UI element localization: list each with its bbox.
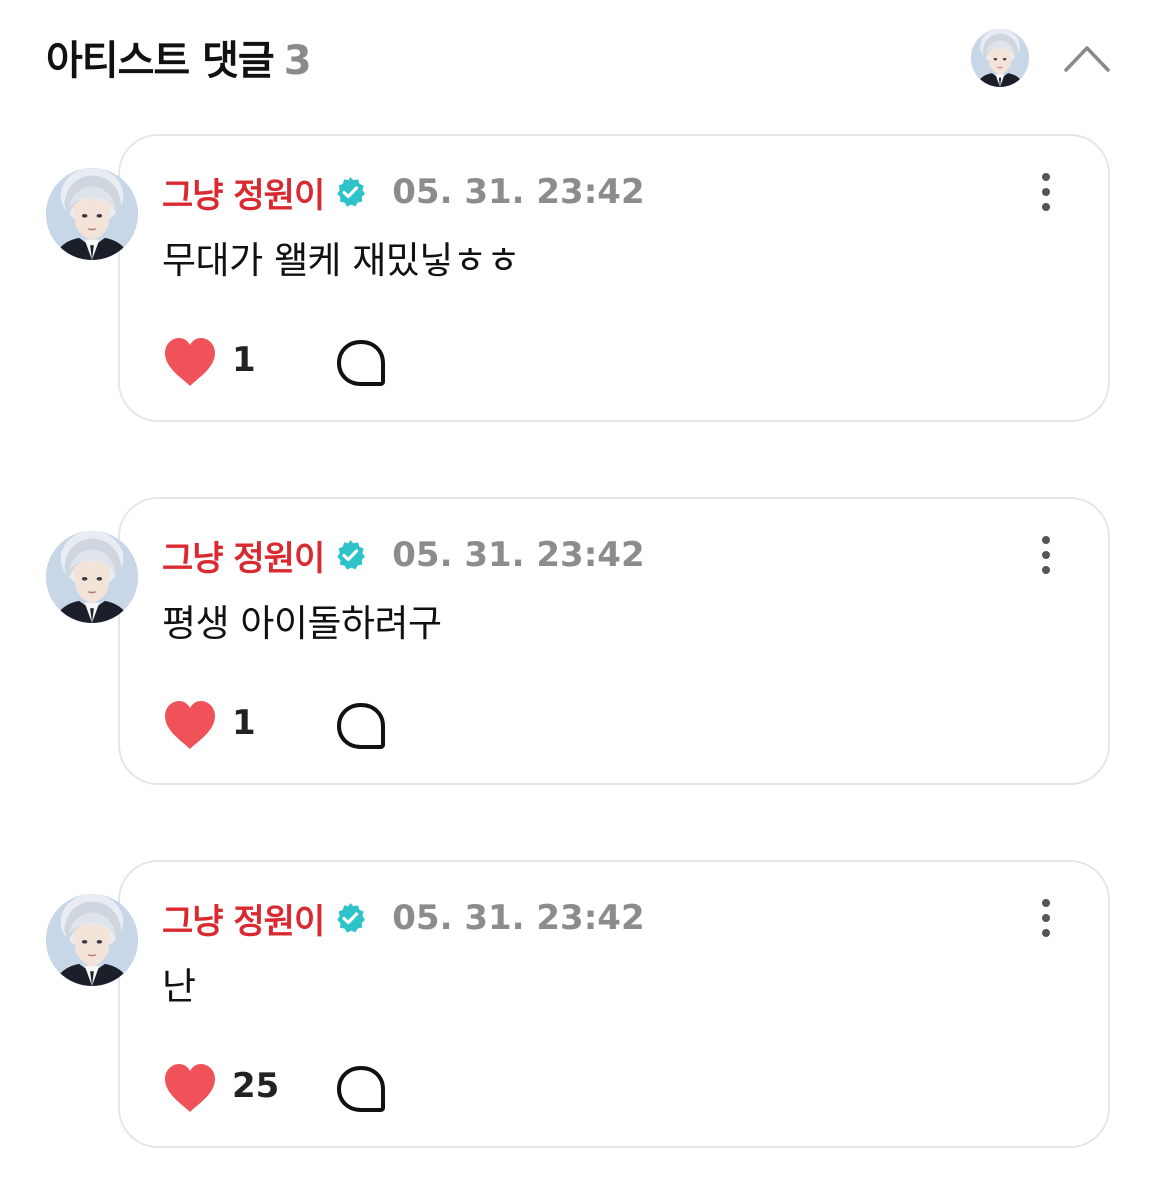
comment-author-avatar[interactable] [46, 894, 138, 986]
comment-timestamp: 05. 31. 23:42 [392, 172, 645, 212]
comment-item: 그냥 정원이 05. 31. 23:42 무대가 왤케 재밌닣ㅎㅎ 1 [0, 134, 1162, 434]
comment-text: 평생 아이돌하려구 [162, 602, 442, 645]
comment-author-avatar[interactable] [46, 531, 138, 623]
speech-bubble-icon [334, 701, 388, 753]
artist-avatar[interactable] [971, 29, 1029, 87]
more-options-button[interactable] [1030, 533, 1062, 577]
chevron-up-icon [1064, 46, 1110, 72]
comment-count: 3 [283, 38, 312, 84]
comment-timestamp: 05. 31. 23:42 [392, 898, 645, 938]
like-button[interactable] [162, 1062, 218, 1114]
more-vertical-icon [1030, 896, 1062, 940]
more-vertical-icon [1030, 170, 1062, 214]
comment-timestamp: 05. 31. 23:42 [392, 535, 645, 575]
comment-author[interactable]: 그냥 정원이 [162, 168, 325, 217]
artist-comments-header: 아티스트 댓글 3 [0, 0, 1162, 120]
comment-meta: 그냥 정원이 05. 31. 23:42 [162, 168, 645, 217]
reply-button[interactable] [334, 701, 388, 753]
section-title: 아티스트 댓글 3 [46, 28, 312, 86]
like-count: 1 [232, 340, 256, 380]
comment-item: 그냥 정원이 05. 31. 23:42 평생 아이돌하려구 1 [0, 497, 1162, 797]
comment-author[interactable]: 그냥 정원이 [162, 531, 325, 580]
comment-author[interactable]: 그냥 정원이 [162, 894, 325, 943]
comment-meta: 그냥 정원이 05. 31. 23:42 [162, 531, 645, 580]
more-vertical-icon [1030, 533, 1062, 577]
comment-author-avatar[interactable] [46, 168, 138, 260]
comment-meta: 그냥 정원이 05. 31. 23:42 [162, 894, 645, 943]
reply-button[interactable] [334, 1064, 388, 1116]
collapse-button[interactable] [1060, 36, 1114, 80]
comment-item: 그냥 정원이 05. 31. 23:42 난 25 [0, 860, 1162, 1160]
like-button[interactable] [162, 336, 218, 388]
verified-badge-icon [334, 176, 366, 208]
verified-badge-icon [334, 539, 366, 571]
reply-button[interactable] [334, 338, 388, 390]
speech-bubble-icon [334, 1064, 388, 1116]
more-options-button[interactable] [1030, 896, 1062, 940]
more-options-button[interactable] [1030, 170, 1062, 214]
comment-text: 무대가 왤케 재밌닣ㅎㅎ [162, 239, 520, 282]
comment-text: 난 [162, 965, 196, 1008]
speech-bubble-icon [334, 338, 388, 390]
like-count: 25 [232, 1066, 280, 1106]
like-button[interactable] [162, 699, 218, 751]
verified-badge-icon [334, 902, 366, 934]
heart-icon [162, 1062, 218, 1114]
heart-icon [162, 336, 218, 388]
section-title-label: 아티스트 댓글 [46, 38, 275, 84]
heart-icon [162, 699, 218, 751]
like-count: 1 [232, 703, 256, 743]
